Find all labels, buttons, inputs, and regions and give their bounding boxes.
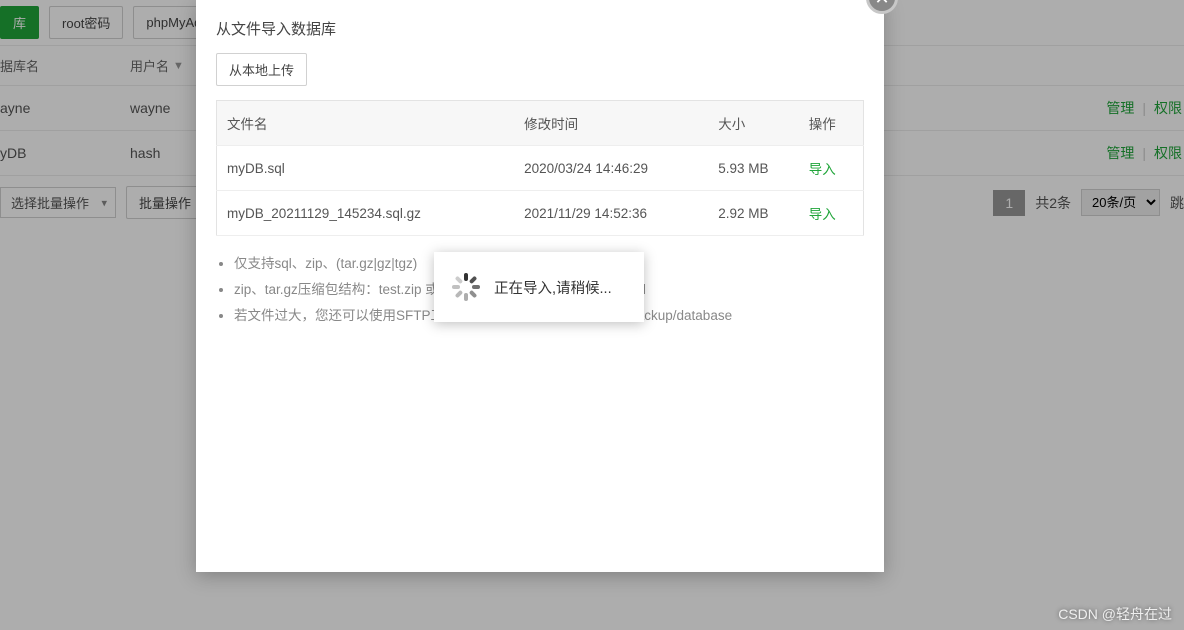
cell-size: 2.92 MB (708, 191, 799, 236)
upload-local-button[interactable]: 从本地上传 (216, 53, 307, 86)
file-table: 文件名 修改时间 大小 操作 myDB.sql 2020/03/24 14:46… (216, 100, 864, 236)
modal-title: 从文件导入数据库 (196, 0, 884, 53)
import-link[interactable]: 导入 (809, 207, 836, 222)
import-link[interactable]: 导入 (809, 162, 836, 177)
watermark: CSDN @轻舟在过 (1058, 604, 1172, 624)
toast-text: 正在导入,请稍候... (494, 277, 612, 298)
cell-mtime: 2021/11/29 14:52:36 (514, 191, 708, 236)
loading-toast: 正在导入,请稍候... (434, 252, 644, 322)
cell-size: 5.93 MB (708, 146, 799, 191)
th-op: 操作 (799, 101, 864, 146)
th-filename: 文件名 (217, 101, 515, 146)
cell-filename: myDB_20211129_145234.sql.gz (217, 191, 515, 236)
spinner-icon (452, 273, 480, 301)
th-mtime: 修改时间 (514, 101, 708, 146)
file-row: myDB_20211129_145234.sql.gz 2021/11/29 1… (217, 191, 864, 236)
cell-filename: myDB.sql (217, 146, 515, 191)
th-size: 大小 (708, 101, 799, 146)
cell-mtime: 2020/03/24 14:46:29 (514, 146, 708, 191)
file-row: myDB.sql 2020/03/24 14:46:29 5.93 MB 导入 (217, 146, 864, 191)
